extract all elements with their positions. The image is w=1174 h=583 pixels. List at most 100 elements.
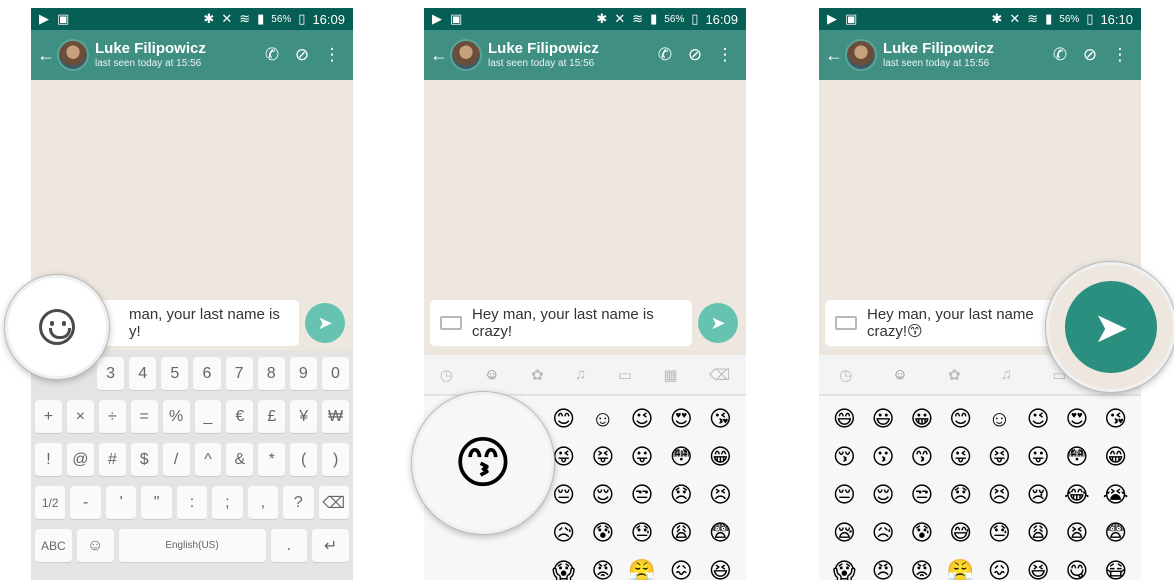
emoji-cell[interactable]: 😌 — [591, 482, 614, 508]
keyboard-key[interactable]: £ — [258, 400, 286, 434]
contact-info[interactable]: Luke Filipowicz last seen today at 15:56 — [95, 41, 257, 69]
gear-icon[interactable]: ✿ — [531, 366, 544, 384]
keyboard-key[interactable]: 4 — [129, 357, 157, 391]
car-icon[interactable]: ▭ — [618, 366, 632, 384]
emoji-cell[interactable]: 😪 — [833, 520, 856, 546]
emoji-cell[interactable]: 😞 — [949, 482, 972, 508]
keyboard-key[interactable]: 5 — [161, 357, 189, 391]
emoji-cell[interactable]: 😃 — [872, 406, 895, 432]
emoji-cell[interactable]: 😚 — [833, 444, 856, 470]
keyboard-key[interactable]: = — [130, 400, 158, 434]
emoji-cell[interactable]: 😖 — [670, 558, 693, 580]
keyboard-key[interactable]: 1/2 — [35, 486, 66, 520]
keyboard-key[interactable]: @ — [66, 443, 94, 477]
contact-info[interactable]: Luke Filipowicz last seen today at 15:56 — [488, 41, 650, 69]
phone-icon[interactable]: ✆ — [650, 45, 680, 65]
phone-icon[interactable]: ✆ — [1045, 45, 1075, 65]
keyboard-key[interactable]: ' — [105, 486, 137, 520]
emoji-cell[interactable]: 😉 — [631, 406, 654, 432]
emoji-cell[interactable]: 😤 — [947, 558, 974, 580]
keyboard-key[interactable]: + — [35, 400, 62, 434]
backspace-icon[interactable]: ⌫ — [709, 366, 730, 384]
emoji-cell[interactable]: 😰 — [910, 520, 933, 546]
emoji-cell[interactable]: 😤 — [628, 558, 655, 580]
keyboard-key[interactable]: ₩ — [322, 400, 350, 434]
emoji-cell[interactable]: 😱 — [552, 558, 575, 580]
emoji-cell[interactable]: 😛 — [1027, 444, 1050, 470]
keyboard-key[interactable]: ? — [283, 486, 314, 520]
keyboard-key[interactable]: # — [98, 443, 126, 477]
emoji-button-magnifier[interactable] — [5, 275, 109, 379]
emoji-cell[interactable]: 😝 — [988, 444, 1011, 470]
emoji-cell[interactable]: 😳 — [1065, 444, 1088, 470]
emoji-cell[interactable]: 😷 — [1104, 558, 1127, 580]
emoji-cell[interactable]: 😊 — [949, 406, 972, 432]
emoji-cell[interactable]: ☺ — [592, 406, 614, 432]
emoji-cell[interactable]: 😊 — [552, 406, 575, 432]
keyboard-key[interactable]: × — [66, 400, 94, 434]
emoji-cell[interactable]: 😀 — [910, 406, 933, 432]
bell-icon[interactable]: ♫ — [1001, 366, 1012, 383]
back-arrow-icon[interactable]: ← — [825, 45, 843, 66]
emoji-cell[interactable]: 😳 — [670, 444, 693, 470]
emoji-cell[interactable]: 😝 — [591, 444, 614, 470]
emoji-cell[interactable]: 😣 — [988, 482, 1011, 508]
keyboard-key[interactable]: ^ — [194, 443, 222, 477]
enter-key[interactable]: ↵ — [312, 529, 349, 563]
paperclip-icon[interactable]: ⊘ — [287, 45, 317, 65]
keyboard-key[interactable]: ; — [212, 486, 243, 520]
message-input[interactable]: Hey man, your last name is crazy! — [430, 300, 692, 346]
emoji-cell[interactable]: 😋 — [1065, 558, 1088, 580]
emoji-cell[interactable]: 😂 — [1064, 482, 1090, 508]
emoji-cell[interactable]: 😜 — [552, 444, 575, 470]
abc-key[interactable]: ABC — [35, 529, 72, 563]
smiley-icon[interactable]: ☺ — [484, 366, 499, 383]
space-key[interactable]: English(US) — [118, 529, 266, 563]
more-icon[interactable]: ⋮ — [1105, 45, 1135, 65]
keyboard-key[interactable]: : — [176, 486, 208, 520]
emoji-cell[interactable]: 😠 — [872, 558, 895, 580]
emoji-cell[interactable]: 😔 — [833, 482, 856, 508]
contact-info[interactable]: Luke Filipowicz last seen today at 15:56 — [883, 41, 1045, 69]
keyboard-key[interactable]: % — [162, 400, 190, 434]
gear-icon[interactable]: ✿ — [948, 366, 961, 384]
emoji-cell[interactable]: 😆 — [1027, 558, 1050, 580]
emoji-cell[interactable]: 😍 — [670, 406, 693, 432]
emoji-cell[interactable]: 😥 — [872, 520, 895, 546]
phone-icon[interactable]: ✆ — [257, 45, 287, 65]
send-button-magnifier[interactable]: ➤ — [1046, 262, 1174, 392]
selected-emoji-magnifier[interactable]: 😙 — [412, 392, 554, 534]
emoji-cell[interactable]: 😙 — [910, 444, 933, 470]
more-icon[interactable]: ⋮ — [710, 45, 740, 65]
recent-icon[interactable]: ◷ — [440, 366, 453, 384]
keyboard-key[interactable]: , — [247, 486, 279, 520]
more-icon[interactable]: ⋮ — [317, 45, 347, 65]
emoji-cell[interactable]: 😍 — [1065, 406, 1088, 432]
emoji-cell[interactable]: 😣 — [709, 482, 732, 508]
keyboard-key[interactable]: ⌫ — [318, 486, 349, 520]
emoji-cell[interactable]: 😉 — [1027, 406, 1050, 432]
keyboard-key[interactable]: ! — [35, 443, 62, 477]
emoji-cell[interactable]: 😰 — [591, 520, 614, 546]
emoji-cell[interactable]: 😘 — [1104, 406, 1127, 432]
keyboard-key[interactable]: _ — [194, 400, 222, 434]
keyboard-key[interactable]: 8 — [257, 357, 285, 391]
back-arrow-icon[interactable]: ← — [37, 45, 55, 66]
keyboard-key[interactable]: 7 — [225, 357, 253, 391]
keyboard-key[interactable]: ) — [322, 443, 350, 477]
keyboard-icon[interactable] — [835, 316, 857, 330]
emoji-cell[interactable]: 😆 — [709, 558, 732, 580]
keyboard-key[interactable]: 6 — [193, 357, 221, 391]
avatar[interactable] — [845, 39, 877, 71]
emoji-cell[interactable]: 😡 — [591, 558, 614, 580]
avatar[interactable] — [57, 39, 89, 71]
emoji-cell[interactable]: 😭 — [1103, 482, 1129, 508]
emoji-cell[interactable]: 😩 — [1027, 520, 1050, 546]
keyboard-icon[interactable] — [440, 316, 462, 330]
bell-icon[interactable]: ♫ — [575, 366, 586, 383]
emoji-cell[interactable]: ☺ — [988, 406, 1010, 432]
keyboard-key[interactable]: 9 — [289, 357, 317, 391]
emoji-cell[interactable]: 😢 — [1027, 482, 1050, 508]
keyboard-key[interactable]: / — [162, 443, 190, 477]
emoji-cell[interactable]: 😱 — [833, 558, 856, 580]
